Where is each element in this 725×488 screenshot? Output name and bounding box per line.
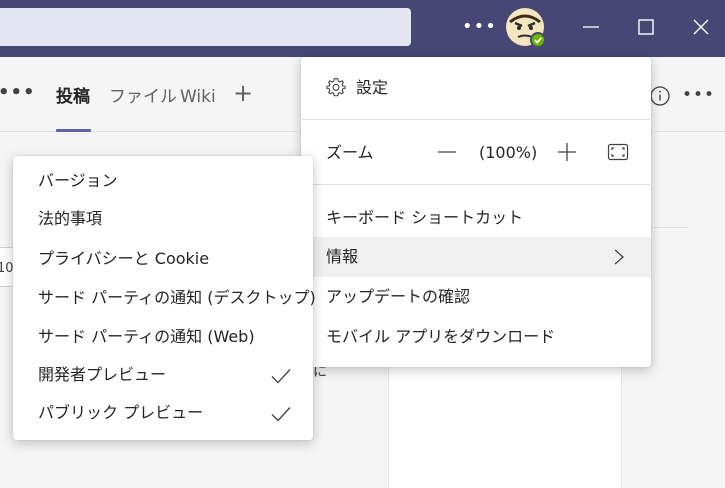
minimize-icon	[583, 26, 599, 28]
menu-item-developer-preview[interactable]: 開発者プレビュー	[13, 357, 313, 395]
about-submenu: バージョン 法的事項 プライバシーと Cookie サード パーティの通知 (デ…	[13, 156, 316, 440]
zoom-in-icon[interactable]	[555, 140, 579, 164]
menu-item-label: 開発者プレビュー	[38, 365, 167, 384]
checkmark-icon	[271, 369, 291, 384]
maximize-icon	[638, 19, 654, 35]
fullscreen-icon[interactable]	[606, 140, 630, 164]
tab-posts[interactable]: 投稿	[56, 86, 90, 108]
settings-menu: 設定 ズーム (100%) キーボード ショートカット 情報 アップデートの確認…	[301, 57, 651, 367]
gear-icon	[326, 78, 346, 97]
zoom-row: ズーム (100%)	[301, 133, 651, 173]
divider	[652, 227, 688, 228]
close-icon	[693, 19, 709, 35]
title-bar: •••	[0, 0, 725, 57]
avatar-face-icon	[506, 8, 546, 48]
close-button[interactable]	[686, 12, 716, 42]
menu-item-label: バージョン	[38, 171, 118, 190]
menu-item-third-party-web[interactable]: サード パーティの通知 (Web)	[13, 319, 313, 357]
menu-item-label: アップデートの確認	[326, 287, 471, 306]
tab-files[interactable]: ファイル	[109, 86, 177, 108]
menu-item-public-preview[interactable]: パブリック プレビュー	[13, 395, 313, 433]
channel-more-button[interactable]: •••	[682, 83, 715, 107]
menu-item-label: 情報	[326, 247, 359, 266]
active-tab-indicator	[56, 129, 91, 132]
menu-item-keyboard-shortcuts[interactable]: キーボード ショートカット	[301, 198, 651, 238]
menu-item-label: 法的事項	[38, 209, 103, 228]
zoom-out-icon[interactable]	[435, 140, 459, 164]
menu-divider	[301, 184, 651, 185]
menu-item-label: キーボード ショートカット	[326, 208, 524, 227]
menu-item-third-party-desktop[interactable]: サード パーティの通知 (デスクトップ)	[13, 280, 316, 318]
menu-item-label: サード パーティの通知 (Web)	[38, 327, 255, 346]
add-tab-button[interactable]: +	[233, 81, 253, 105]
menu-item-about[interactable]: 情報	[301, 237, 651, 277]
menu-item-settings[interactable]: 設定	[301, 57, 651, 119]
menu-item-download-mobile[interactable]: モバイル アプリをダウンロード	[301, 317, 651, 357]
avatar[interactable]	[504, 6, 546, 48]
menu-item-label: プライバシーと Cookie	[38, 249, 210, 268]
menu-item-label: パブリック プレビュー	[38, 403, 204, 422]
menu-item-label: モバイル アプリをダウンロード	[326, 327, 556, 346]
search-input[interactable]	[0, 8, 411, 46]
menu-divider	[301, 119, 651, 120]
menu-item-check-updates[interactable]: アップデートの確認	[301, 277, 651, 317]
maximize-button[interactable]	[631, 12, 661, 42]
checkmark-icon	[271, 407, 291, 422]
tab-wiki[interactable]: Wiki	[180, 86, 216, 108]
zoom-label: ズーム	[326, 143, 374, 162]
zoom-level: (100%)	[479, 143, 538, 162]
settings-label: 設定	[356, 78, 389, 97]
menu-item-label: サード パーティの通知 (デスクトップ)	[38, 288, 316, 307]
message-fragment: 10	[0, 261, 14, 276]
minimize-button[interactable]	[576, 12, 606, 42]
team-overflow-button[interactable]: •••	[0, 83, 36, 103]
menu-item-legal[interactable]: 法的事項	[13, 201, 313, 239]
chevron-right-icon	[614, 249, 624, 265]
more-options-button[interactable]: •••	[462, 14, 496, 40]
menu-item-privacy-cookies[interactable]: プライバシーと Cookie	[13, 241, 313, 279]
menu-item-version[interactable]: バージョン	[13, 163, 313, 201]
info-icon[interactable]	[648, 84, 672, 108]
